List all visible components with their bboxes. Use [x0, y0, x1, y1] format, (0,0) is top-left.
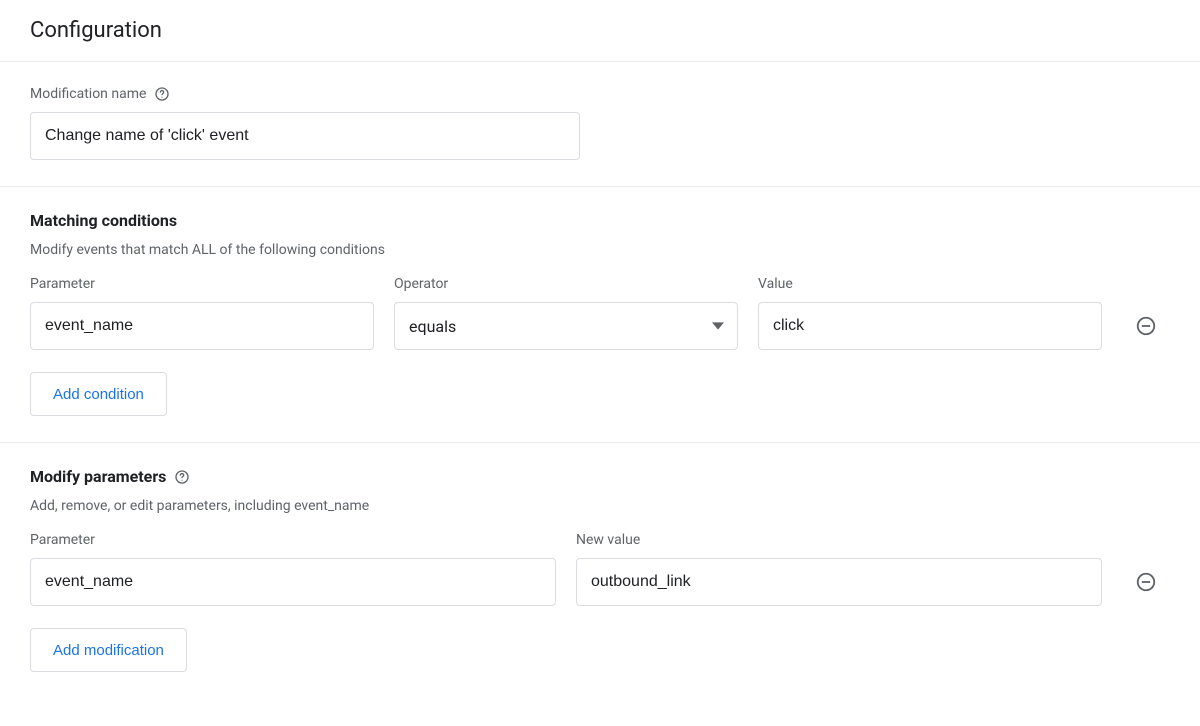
parameter-row: Parameter New value [30, 532, 1170, 606]
condition-row: Parameter Operator equals Value [30, 276, 1170, 350]
modify-newvalue-input[interactable] [576, 558, 1102, 606]
condition-parameter-input[interactable] [30, 302, 374, 350]
remove-parameter-icon[interactable] [1135, 571, 1157, 593]
section-modification-name: Modification name [0, 62, 1200, 187]
modification-name-label: Modification name [30, 86, 146, 102]
condition-operator-select[interactable]: equals [394, 302, 738, 350]
modify-parameter-label: Parameter [30, 532, 556, 548]
add-modification-button[interactable]: Add modification [30, 628, 187, 672]
modify-parameter-input[interactable] [30, 558, 556, 606]
help-icon[interactable] [154, 86, 170, 102]
section-matching-conditions: Matching conditions Modify events that m… [0, 187, 1200, 443]
modification-name-label-row: Modification name [30, 86, 1170, 102]
condition-operator-value: equals [394, 302, 738, 350]
value-column-label: Value [758, 276, 1102, 292]
modification-name-input[interactable] [30, 112, 580, 160]
remove-condition-icon[interactable] [1135, 315, 1157, 337]
parameter-column-label: Parameter [30, 276, 374, 292]
matching-subtitle: Modify events that match ALL of the foll… [30, 242, 1170, 258]
condition-value-input[interactable] [758, 302, 1102, 350]
modify-title: Modify parameters [30, 467, 166, 486]
section-modify-parameters: Modify parameters Add, remove, or edit p… [0, 443, 1200, 698]
modify-subtitle: Add, remove, or edit parameters, includi… [30, 498, 1170, 514]
operator-column-label: Operator [394, 276, 738, 292]
matching-title: Matching conditions [30, 211, 1170, 230]
modify-newvalue-label: New value [576, 532, 1102, 548]
add-condition-button[interactable]: Add condition [30, 372, 167, 416]
page-title: Configuration [0, 0, 1200, 62]
help-icon[interactable] [174, 469, 190, 485]
